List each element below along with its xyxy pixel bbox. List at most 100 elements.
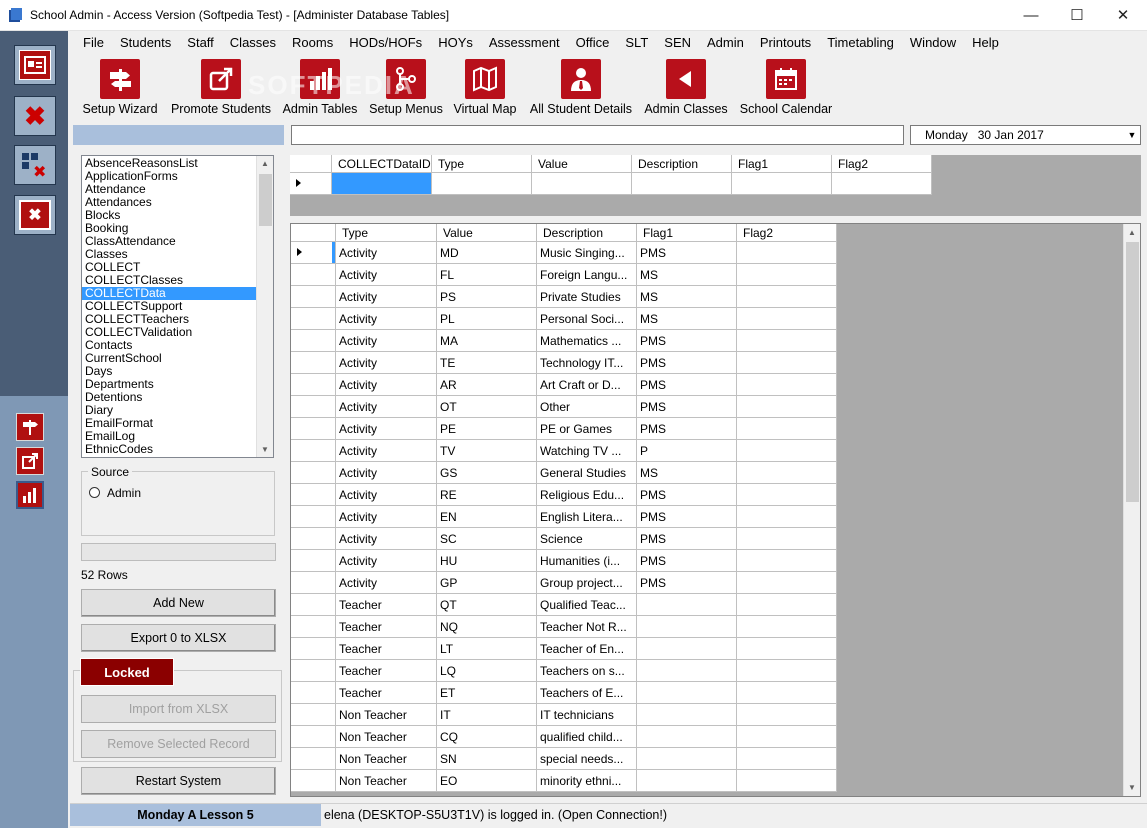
flag1-cell[interactable]: MS <box>637 462 737 484</box>
menu-window[interactable]: Window <box>902 35 964 50</box>
flag2-cell[interactable] <box>737 594 837 616</box>
flag2-cell[interactable] <box>737 748 837 770</box>
student-card-button[interactable] <box>14 45 56 85</box>
value-cell[interactable]: PE <box>437 418 537 440</box>
row-selector[interactable] <box>291 704 336 726</box>
column-header[interactable]: Value <box>437 224 537 242</box>
flag1-cell[interactable] <box>637 726 737 748</box>
type-cell[interactable]: Activity <box>336 396 437 418</box>
menu-staff[interactable]: Staff <box>179 35 222 50</box>
value-cell[interactable]: IT <box>437 704 537 726</box>
scroll-up-icon[interactable]: ▲ <box>257 159 273 168</box>
type-cell[interactable]: Non Teacher <box>336 726 437 748</box>
add-new-button[interactable]: Add New <box>81 589 276 617</box>
flag2-cell[interactable] <box>737 330 837 352</box>
type-cell[interactable]: Activity <box>336 440 437 462</box>
source-admin-radio[interactable] <box>89 487 100 498</box>
row-selector[interactable] <box>291 616 336 638</box>
value-cell[interactable]: EO <box>437 770 537 792</box>
all-student-details-button[interactable]: All Student Details <box>527 53 635 119</box>
description-cell[interactable]: minority ethni... <box>537 770 637 792</box>
menu-classes[interactable]: Classes <box>222 35 284 50</box>
date-picker[interactable]: Monday 30 Jan 2017 ▼ <box>910 125 1141 145</box>
flag2-cell[interactable] <box>737 440 837 462</box>
flag1-cell[interactable]: MS <box>637 286 737 308</box>
type-cell[interactable]: Teacher <box>336 660 437 682</box>
school-calendar-button[interactable]: School Calendar <box>736 53 836 119</box>
type-cell[interactable]: Activity <box>336 264 437 286</box>
type-cell[interactable]: Activity <box>336 484 437 506</box>
flag1-cell[interactable] <box>637 616 737 638</box>
list-scrollbar[interactable]: ▲ ▼ <box>256 156 273 457</box>
flag2-cell[interactable] <box>737 616 837 638</box>
description-cell[interactable]: Watching TV ... <box>537 440 637 462</box>
menu-office[interactable]: Office <box>568 35 618 50</box>
row-selector[interactable] <box>291 748 336 770</box>
row-selector[interactable] <box>291 770 336 792</box>
flag1-cell[interactable]: PMS <box>637 396 737 418</box>
new-description-cell[interactable] <box>632 173 732 195</box>
description-cell[interactable]: qualified child... <box>537 726 637 748</box>
column-header[interactable]: Description <box>632 155 732 173</box>
flag2-cell[interactable] <box>737 352 837 374</box>
menu-rooms[interactable]: Rooms <box>284 35 341 50</box>
new-value-cell[interactable] <box>532 173 632 195</box>
menu-slt[interactable]: SLT <box>617 35 656 50</box>
column-header[interactable]: Flag1 <box>637 224 737 242</box>
flag1-cell[interactable]: P <box>637 440 737 462</box>
flag1-cell[interactable]: PMS <box>637 352 737 374</box>
flag1-cell[interactable]: PMS <box>637 418 737 440</box>
value-cell[interactable]: MA <box>437 330 537 352</box>
menu-assessment[interactable]: Assessment <box>481 35 568 50</box>
virtual-map-button[interactable]: Virtual Map <box>450 53 520 119</box>
description-cell[interactable]: Other <box>537 396 637 418</box>
flag2-cell[interactable] <box>737 726 837 748</box>
menu-hoys[interactable]: HOYs <box>430 35 481 50</box>
tables-list[interactable]: AbsenceReasonsList ApplicationForms Attend… <box>81 155 274 458</box>
grid-scrollbar[interactable]: ▲ ▼ <box>1123 224 1140 796</box>
description-cell[interactable]: Mathematics ... <box>537 330 637 352</box>
description-cell[interactable]: Foreign Langu... <box>537 264 637 286</box>
row-selector[interactable] <box>291 286 336 308</box>
column-header[interactable]: Value <box>532 155 632 173</box>
flag2-cell[interactable] <box>737 704 837 726</box>
flag2-cell[interactable] <box>737 374 837 396</box>
flag2-cell[interactable] <box>737 528 837 550</box>
value-cell[interactable]: OT <box>437 396 537 418</box>
row-selector[interactable] <box>291 330 336 352</box>
row-selector[interactable] <box>291 550 336 572</box>
column-header[interactable]: Flag2 <box>737 224 837 242</box>
scroll-down-icon[interactable]: ▼ <box>257 445 273 454</box>
type-cell[interactable]: Activity <box>336 374 437 396</box>
row-selector[interactable] <box>291 264 336 286</box>
flag2-cell[interactable] <box>737 308 837 330</box>
value-cell[interactable]: HU <box>437 550 537 572</box>
setup-wizard-shortcut[interactable] <box>16 413 44 441</box>
description-cell[interactable]: PE or Games <box>537 418 637 440</box>
description-cell[interactable]: Humanities (i... <box>537 550 637 572</box>
description-cell[interactable]: Private Studies <box>537 286 637 308</box>
row-selector[interactable] <box>291 682 336 704</box>
row-selector[interactable] <box>291 242 336 264</box>
flag2-cell[interactable] <box>737 484 837 506</box>
row-selector[interactable] <box>291 638 336 660</box>
menu-students[interactable]: Students <box>112 35 179 50</box>
row-selector[interactable] <box>291 308 336 330</box>
type-cell[interactable]: Activity <box>336 528 437 550</box>
description-cell[interactable]: Science <box>537 528 637 550</box>
description-cell[interactable]: Teacher of En... <box>537 638 637 660</box>
restart-system-button[interactable]: Restart System <box>81 767 276 795</box>
description-cell[interactable]: Teachers of E... <box>537 682 637 704</box>
row-selector[interactable] <box>291 418 336 440</box>
flag2-cell[interactable] <box>737 418 837 440</box>
type-cell[interactable]: Teacher <box>336 594 437 616</box>
admin-classes-button[interactable]: Admin Classes <box>642 53 730 119</box>
maximize-button[interactable]: ☐ <box>1054 0 1100 30</box>
flag1-cell[interactable]: PMS <box>637 484 737 506</box>
flag2-cell[interactable] <box>737 242 837 264</box>
flag1-cell[interactable] <box>637 660 737 682</box>
menu-admin[interactable]: Admin <box>699 35 752 50</box>
scroll-thumb[interactable] <box>1126 242 1139 502</box>
flag1-cell[interactable] <box>637 594 737 616</box>
value-cell[interactable]: LQ <box>437 660 537 682</box>
